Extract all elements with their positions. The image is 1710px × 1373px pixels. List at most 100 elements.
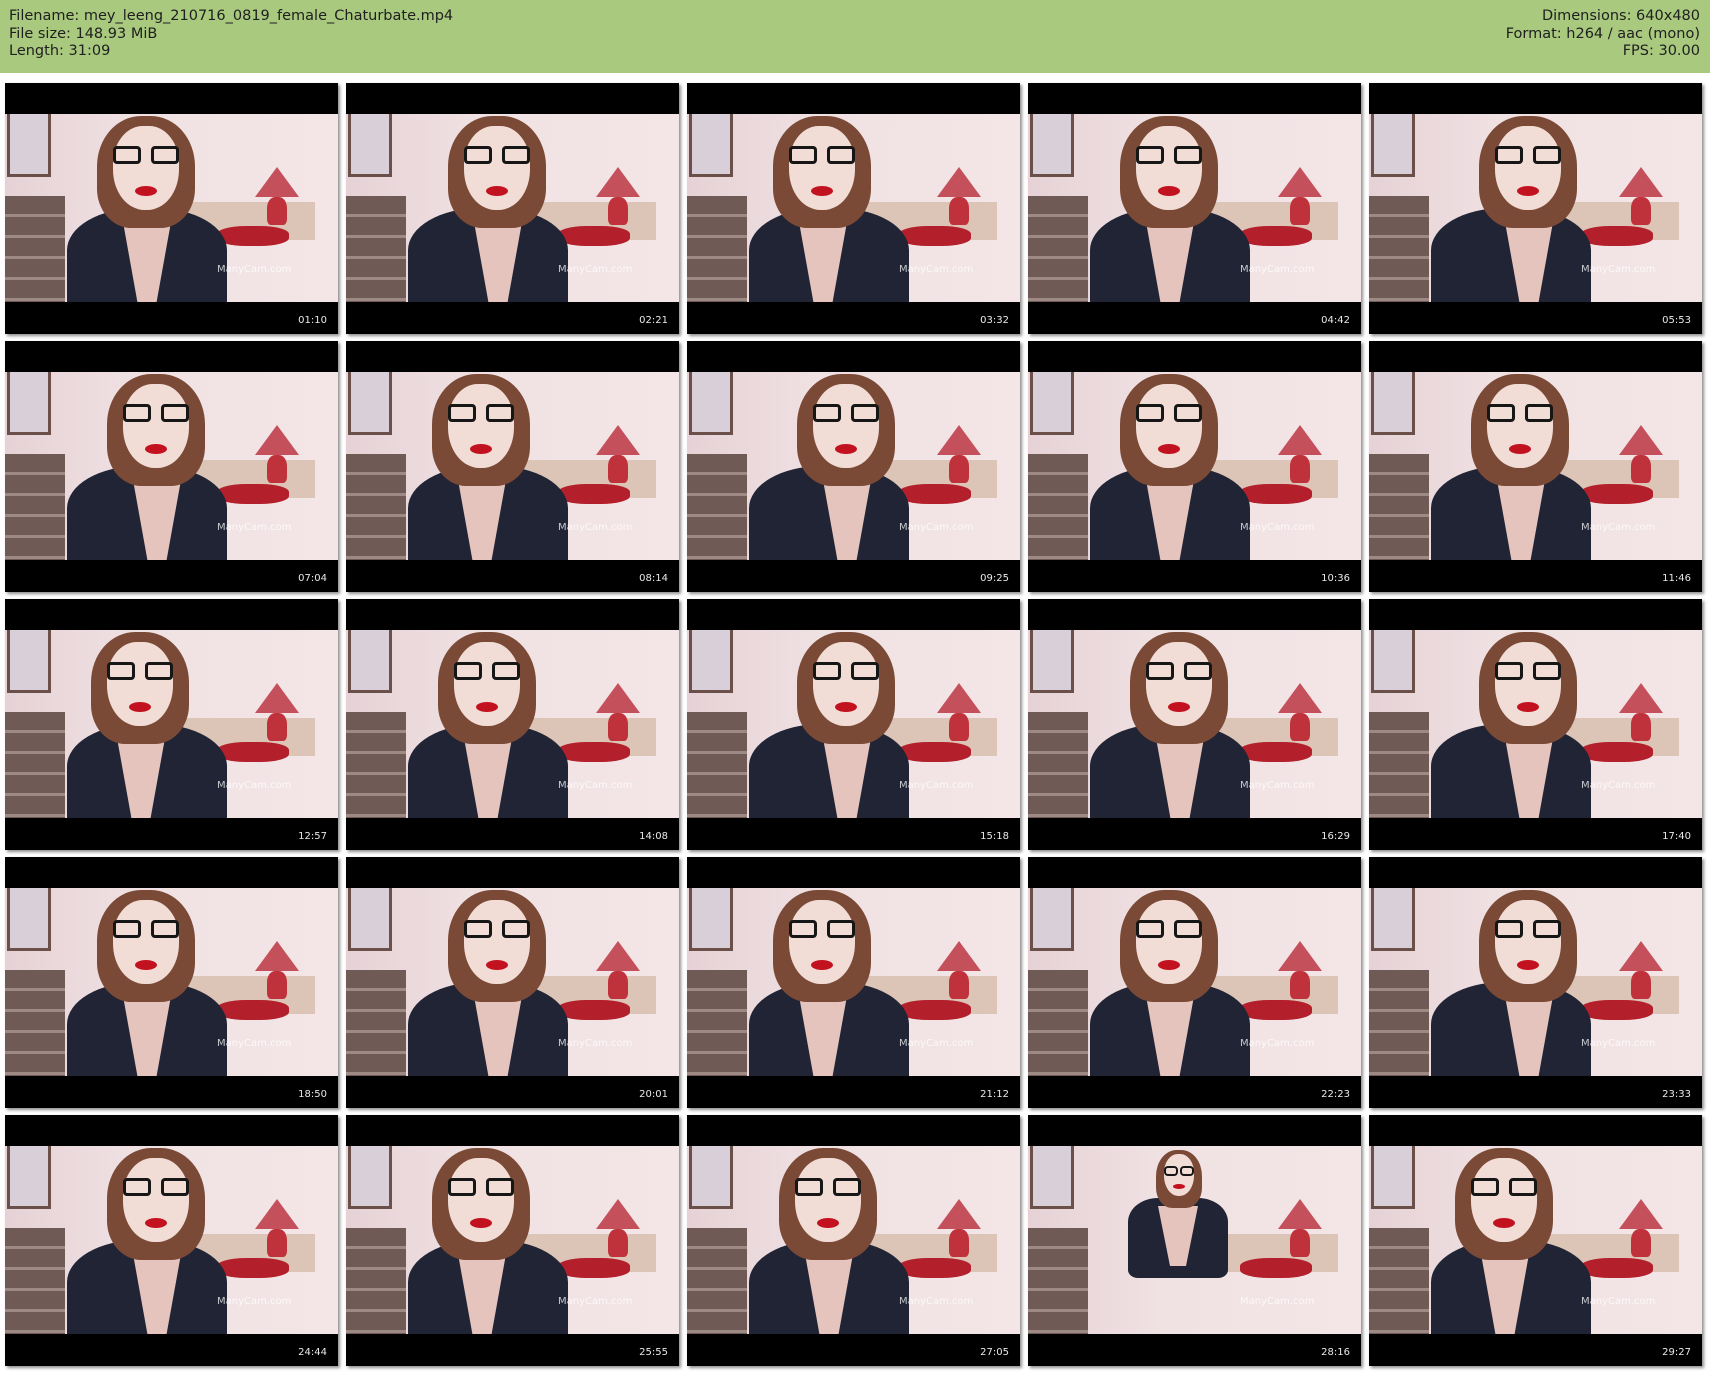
- lamp-shade-image: [937, 425, 981, 455]
- glasses-image: [462, 146, 532, 164]
- mirror-image: [1030, 630, 1074, 693]
- lamp-base-image: [1631, 197, 1651, 225]
- dresser-image: [5, 1228, 65, 1334]
- thumbnail: ManyCam.com 25:55: [346, 1115, 679, 1366]
- pillow-image: [217, 1000, 289, 1020]
- dresser-image: [687, 1228, 747, 1334]
- person-face: [795, 1158, 861, 1242]
- glasses-image: [446, 1178, 516, 1196]
- video-frame: ManyCam.com: [1028, 372, 1361, 560]
- video-frame: ManyCam.com: [346, 888, 679, 1076]
- person-face: [1495, 126, 1561, 210]
- watermark-text: ManyCam.com: [899, 780, 974, 791]
- pillow-image: [1240, 742, 1312, 762]
- watermark-text: ManyCam.com: [899, 264, 974, 275]
- lips-image: [1158, 186, 1180, 196]
- glasses-image: [1144, 662, 1214, 680]
- thumbnail: ManyCam.com 04:42: [1028, 83, 1361, 334]
- person-face: [813, 384, 879, 468]
- lips-image: [1168, 702, 1190, 712]
- timestamp-label: 16:29: [1321, 831, 1350, 842]
- mirror-image: [348, 630, 392, 693]
- timestamp-label: 02:21: [639, 315, 668, 326]
- mirror-image: [7, 1146, 51, 1209]
- lamp-shade-image: [1619, 683, 1663, 713]
- timestamp-label: 09:25: [980, 573, 1009, 584]
- thumbnail: ManyCam.com 11:46: [1369, 341, 1702, 592]
- timestamp-label: 29:27: [1662, 1347, 1691, 1358]
- lamp-shade-image: [596, 167, 640, 197]
- lamp-shade-image: [1619, 1199, 1663, 1229]
- lamp-base-image: [608, 197, 628, 225]
- mirror-image: [689, 372, 733, 435]
- pillow-image: [558, 226, 630, 246]
- timestamp-label: 11:46: [1662, 573, 1691, 584]
- lamp-shade-image: [937, 683, 981, 713]
- glasses-image: [111, 920, 181, 938]
- lamp-shade-image: [937, 167, 981, 197]
- glasses-image: [1134, 920, 1204, 938]
- lamp-shade-image: [1619, 167, 1663, 197]
- pillow-image: [899, 1258, 971, 1278]
- lips-image: [470, 1218, 492, 1228]
- lamp-base-image: [1290, 713, 1310, 741]
- video-frame: ManyCam.com: [5, 630, 338, 818]
- dresser-image: [346, 1228, 406, 1334]
- dresser-image: [5, 712, 65, 818]
- dresser-image: [687, 454, 747, 560]
- lips-image: [1158, 444, 1180, 454]
- glasses-image: [787, 146, 857, 164]
- person-face: [113, 900, 179, 984]
- video-frame: ManyCam.com: [346, 372, 679, 560]
- watermark-text: ManyCam.com: [217, 1296, 292, 1307]
- mirror-image: [1030, 888, 1074, 951]
- video-frame: ManyCam.com: [687, 630, 1020, 818]
- person-face: [1136, 384, 1202, 468]
- lamp-shade-image: [596, 1199, 640, 1229]
- watermark-text: ManyCam.com: [899, 1296, 974, 1307]
- dresser-image: [1369, 1228, 1429, 1334]
- video-frame: ManyCam.com: [1369, 888, 1702, 1076]
- timestamp-label: 01:10: [298, 315, 327, 326]
- dresser-image: [346, 454, 406, 560]
- mirror-image: [348, 1146, 392, 1209]
- lips-image: [145, 1218, 167, 1228]
- pillow-image: [217, 742, 289, 762]
- mirror-image: [7, 372, 51, 435]
- video-frame: ManyCam.com: [687, 1146, 1020, 1334]
- video-frame: ManyCam.com: [687, 372, 1020, 560]
- dresser-image: [5, 454, 65, 560]
- lamp-base-image: [949, 1229, 969, 1257]
- mirror-image: [1371, 630, 1415, 693]
- pillow-image: [1581, 1000, 1653, 1020]
- lips-image: [135, 186, 157, 196]
- lips-image: [1173, 1184, 1185, 1189]
- watermark-text: ManyCam.com: [558, 1038, 633, 1049]
- glasses-image: [1485, 404, 1555, 422]
- thumbnail: ManyCam.com 20:01: [346, 857, 679, 1108]
- person-face: [1146, 642, 1212, 726]
- video-frame: ManyCam.com: [687, 114, 1020, 302]
- glasses-image: [111, 146, 181, 164]
- video-frame: ManyCam.com: [346, 630, 679, 818]
- timestamp-label: 22:23: [1321, 1089, 1350, 1100]
- glasses-image: [446, 404, 516, 422]
- mirror-image: [1030, 372, 1074, 435]
- dresser-image: [1028, 196, 1088, 302]
- watermark-text: ManyCam.com: [1240, 780, 1315, 791]
- glasses-image: [1493, 146, 1563, 164]
- video-frame: ManyCam.com: [5, 1146, 338, 1334]
- lamp-shade-image: [255, 167, 299, 197]
- dresser-image: [1369, 454, 1429, 560]
- lips-image: [476, 702, 498, 712]
- pillow-image: [217, 1258, 289, 1278]
- mirror-image: [348, 114, 392, 177]
- video-frame: ManyCam.com: [1028, 1146, 1361, 1334]
- pillow-image: [899, 742, 971, 762]
- pillow-image: [899, 226, 971, 246]
- lips-image: [835, 444, 857, 454]
- lips-image: [1509, 444, 1531, 454]
- dresser-image: [346, 196, 406, 302]
- lamp-base-image: [1290, 455, 1310, 483]
- person-face: [1495, 900, 1561, 984]
